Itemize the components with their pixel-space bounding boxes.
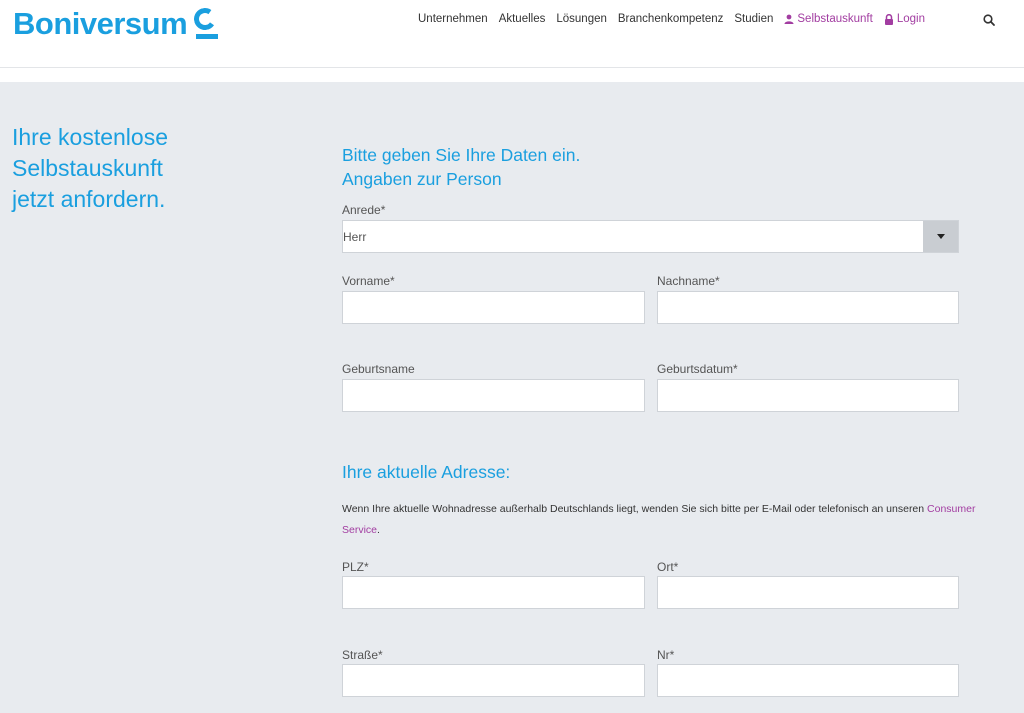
nav-item-branchenkompetenz[interactable]: Branchenkompetenz [618, 13, 723, 25]
nav-item-unternehmen[interactable]: Unternehmen [418, 13, 488, 25]
logo-mark-icon [192, 6, 219, 40]
address-note-text: Wenn Ihre aktuelle Wohnadresse außerhalb… [342, 503, 925, 515]
vorname-label: Vorname* [342, 274, 395, 288]
lock-icon [884, 13, 893, 25]
geburtsname-field[interactable] [342, 379, 645, 412]
strasse-label: Straße* [342, 648, 383, 662]
geburtsdatum-field[interactable] [657, 379, 959, 412]
nachname-field[interactable] [657, 291, 959, 324]
nav-selbstauskunft-label: Selbstauskunft [797, 13, 873, 25]
main-nav: Unternehmen Aktuelles Lösungen Branchenk… [418, 13, 936, 25]
user-icon [784, 14, 794, 24]
boniversum-logo[interactable]: Boniversum [13, 4, 219, 44]
nachname-label: Nachname* [657, 274, 720, 288]
nav-item-login[interactable]: Login [884, 13, 925, 25]
hero-line-1: Ihre kostenlose [12, 124, 168, 150]
vorname-field[interactable] [342, 291, 645, 324]
main-content: Ihre kostenlose Selbstauskunft jetzt anf… [0, 82, 1024, 713]
anrede-select[interactable]: Herr [342, 220, 959, 253]
nav-item-loesungen[interactable]: Lösungen [556, 13, 607, 25]
nav-item-selbstauskunft[interactable]: Selbstauskunft [784, 13, 873, 25]
form-intro-heading: Bitte geben Sie Ihre Daten ein. [342, 145, 581, 165]
geburtsdatum-label: Geburtsdatum* [657, 362, 738, 376]
address-note: Wenn Ihre aktuelle Wohnadresse außerhalb… [342, 503, 976, 536]
person-section-heading: Angaben zur Person [342, 169, 502, 189]
hero-heading: Ihre kostenlose Selbstauskunft jetzt anf… [12, 122, 242, 215]
anrede-selected-value: Herr [343, 230, 367, 244]
address-section-heading: Ihre aktuelle Adresse: [342, 462, 511, 482]
geburtsname-label: Geburtsname [342, 362, 415, 376]
ort-field[interactable] [657, 576, 959, 609]
nav-item-aktuelles[interactable]: Aktuelles [499, 13, 546, 25]
ort-label: Ort* [657, 560, 679, 574]
search-icon[interactable] [982, 13, 996, 27]
chevron-down-icon [936, 234, 945, 239]
hero-line-2: Selbstauskunft [12, 155, 163, 181]
hero-line-3: jetzt anfordern. [12, 186, 166, 212]
nav-login-label: Login [896, 13, 925, 25]
site-header: Boniversum Unternehmen Aktuelles Lösunge… [0, 0, 1024, 68]
nr-field[interactable] [657, 664, 959, 697]
strasse-field[interactable] [342, 664, 645, 697]
anrede-label: Anrede* [342, 203, 386, 217]
plz-label: PLZ* [342, 560, 369, 574]
anrede-dropdown-button[interactable] [923, 221, 958, 252]
logo-wordmark: Boniversum [13, 6, 188, 41]
nr-label: Nr* [657, 648, 675, 662]
nav-item-studien[interactable]: Studien [734, 13, 773, 25]
plz-field[interactable] [342, 576, 645, 609]
